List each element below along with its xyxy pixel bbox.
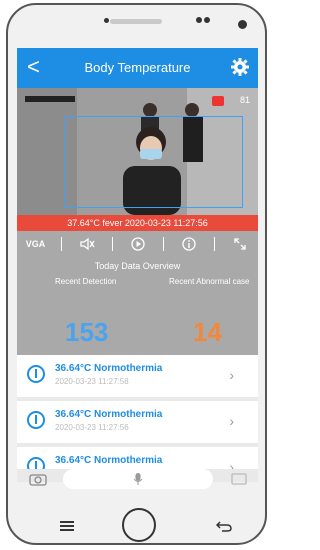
speaker-grille [110, 19, 162, 24]
toolbar-divider [60, 237, 62, 251]
record-temperature: 36.64°C Normothermia [55, 409, 163, 420]
app-bar: < Body Temperature [17, 48, 258, 88]
record-time: 2020-03-23 11:27:58 [55, 377, 129, 386]
fullscreen-icon[interactable] [228, 236, 252, 252]
thermometer-icon [27, 411, 45, 429]
home-button[interactable] [122, 508, 156, 542]
record-list: 36.64°C Normothermia 2020-03-23 11:27:58… [17, 355, 258, 473]
record-time: 2020-03-23 11:27:56 [55, 423, 129, 432]
recent-detection-label: Recent Detection [55, 277, 117, 286]
back-arrow-icon[interactable] [216, 520, 232, 532]
camera-feed[interactable]: 81 [17, 88, 258, 215]
record-temperature: 36.64°C Normothermia [55, 363, 163, 374]
page-title: Body Temperature [84, 60, 191, 75]
vga-button[interactable]: VGA [24, 239, 48, 249]
toolbar-divider [213, 237, 215, 251]
watermark-bar [25, 96, 75, 102]
input-bar [17, 465, 258, 493]
phone-frame: < Body Temperature 81 37.64°C fever 2020… [6, 3, 267, 545]
system-nav-bar [8, 500, 265, 543]
info-icon[interactable] [177, 236, 201, 252]
toolbar-divider [111, 237, 113, 251]
sensor-dot [196, 17, 202, 23]
gear-icon[interactable] [230, 57, 250, 77]
playback-icon[interactable] [126, 236, 150, 252]
top-bezel [8, 5, 265, 47]
video-counter: 81 [239, 95, 250, 105]
abnormal-count: 14 [193, 317, 222, 347]
image-icon[interactable] [231, 472, 247, 486]
list-item[interactable]: 36.64°C Normothermia 2020-03-23 11:27:58… [17, 355, 258, 397]
camera-icon[interactable] [29, 472, 47, 486]
detection-count: 153 [65, 317, 109, 347]
menu-icon[interactable] [60, 520, 74, 532]
video-toolbar: VGA [17, 231, 258, 257]
fever-alert-banner: 37.64°C fever 2020-03-23 11:27:56 [17, 215, 258, 231]
sensor-dot [204, 17, 210, 23]
overview-title: Today Data Overview [94, 261, 181, 271]
chevron-right-icon: › [229, 367, 234, 383]
face-detection-box [65, 116, 243, 208]
mute-icon[interactable] [75, 237, 99, 251]
microphone-icon[interactable] [133, 472, 143, 486]
thermometer-icon [27, 365, 45, 383]
toolbar-divider [162, 237, 164, 251]
front-camera-dot [104, 18, 109, 23]
alarm-icon [212, 96, 224, 106]
chevron-right-icon: › [229, 413, 234, 429]
recent-abnormal-label: Recent Abnormal case [169, 277, 250, 286]
front-camera [238, 20, 247, 29]
list-item[interactable]: 36.64°C Normothermia 2020-03-23 11:27:56… [17, 401, 258, 443]
